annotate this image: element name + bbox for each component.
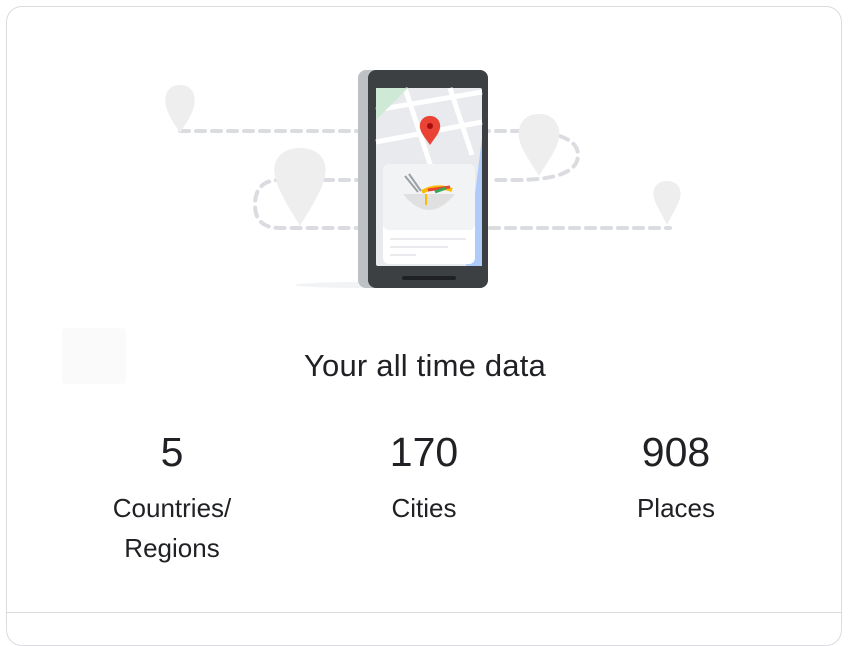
map-pin-icon [653,181,681,225]
stat-countries: 5 Countries/ Regions [52,428,292,568]
stat-places-value: 908 [641,429,711,475]
map-pin-icon [165,85,195,133]
section-title: Your all time data [304,348,546,383]
phone-icon [358,70,488,288]
map-pin-icon [518,114,560,176]
stat-cities: 170 Cities [304,428,544,528]
map-pin-icon [274,148,326,226]
stat-cities-value: 170 [389,429,459,475]
timeline-illustration [165,70,681,288]
stat-countries-value: 5 [160,429,184,475]
stat-cities-label: Cities [391,493,457,523]
stat-countries-label: Countries/ Regions [112,493,232,563]
card-divider [6,612,842,613]
stat-places-label: Places [636,493,716,523]
stat-places: 908 Places [556,428,796,528]
